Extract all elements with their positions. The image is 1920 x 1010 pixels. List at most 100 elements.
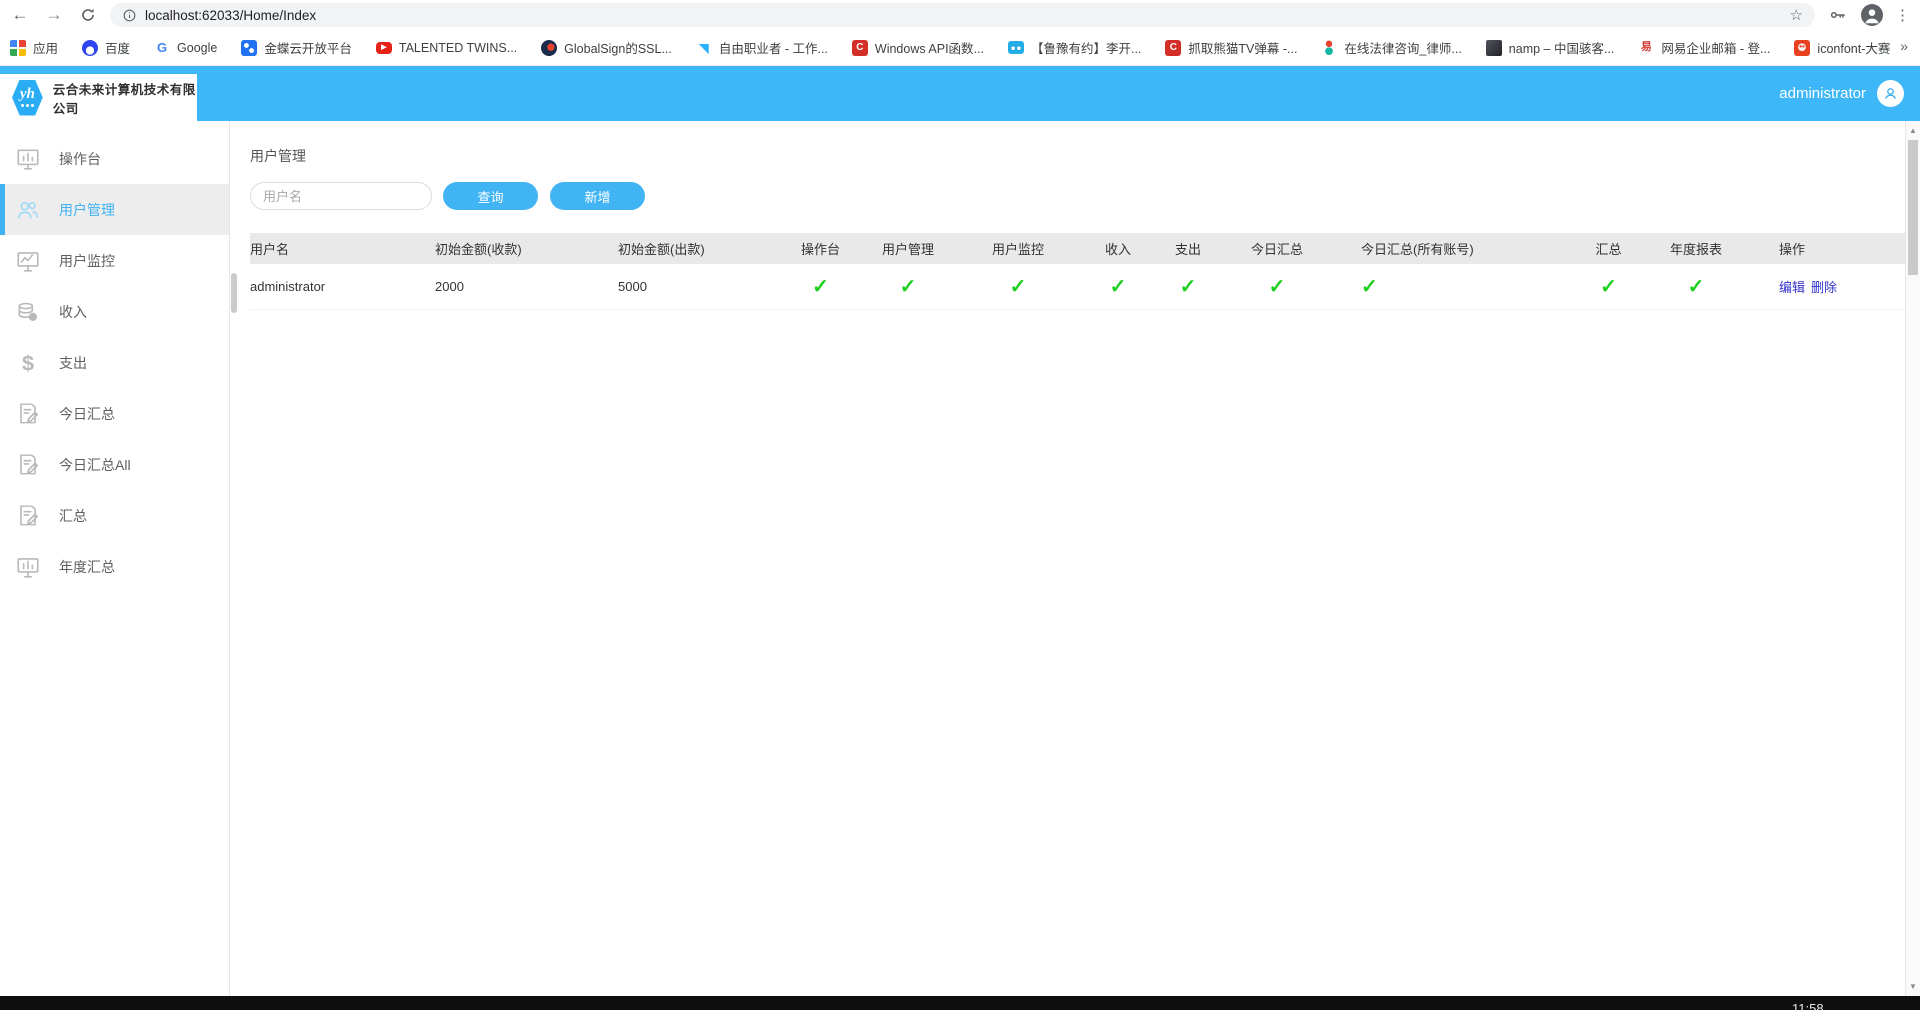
law-icon [1321, 40, 1337, 56]
refresh-icon[interactable] [74, 2, 102, 28]
company-logo[interactable]: yh 云合未来计算机技术有限公司 [0, 74, 197, 121]
doc-edit-icon [15, 503, 41, 529]
scrollbar-thumb[interactable] [1908, 140, 1918, 275]
logo-hexagon-icon: yh [12, 80, 43, 116]
cell-check: ✓ [778, 274, 863, 299]
column-header: 汇总 [1561, 239, 1656, 258]
cell-check: ✓ [863, 274, 953, 299]
bookmark-item[interactable]: 易网易企业邮箱 - 登... [1638, 38, 1770, 57]
back-icon[interactable]: ← [6, 2, 34, 28]
user-menu[interactable]: administrator [1779, 66, 1904, 121]
column-header: 今日汇总 [1223, 239, 1331, 258]
check-icon: ✓ [1600, 276, 1617, 298]
query-button[interactable]: 查询 [443, 182, 538, 210]
bookmark-label: namp – 中国骇客... [1509, 38, 1615, 57]
check-icon: ✓ [812, 276, 829, 298]
bookmark-item[interactable]: 在线法律咨询_律师... [1321, 38, 1461, 57]
edit-link[interactable]: 编辑 [1779, 280, 1805, 295]
table-row: administrator20005000✓✓✓✓✓✓✓✓✓编辑删除 [250, 264, 1905, 310]
check-icon: ✓ [1180, 276, 1197, 298]
sidebar-item-支出[interactable]: $ 支出 [0, 337, 229, 388]
bookmarks-list: 应用 百度 G Google 金蝶云开放平台 ▶TALENTED TWINS... Glob… [10, 38, 1890, 57]
apps-grid-icon [10, 40, 26, 56]
bookmark-item[interactable]: C抓取熊猫TV弹幕 -... [1165, 38, 1297, 57]
address-bar[interactable]: localhost:62033/Home/Index ☆ [110, 3, 1815, 27]
bookmark-label: 网易企业邮箱 - 登... [1661, 38, 1770, 57]
column-header: 用户名 [250, 239, 435, 258]
username-search-input[interactable] [250, 182, 432, 210]
sidebar-scrollbar-thumb[interactable] [231, 273, 237, 313]
sidebar-item-今日汇总[interactable]: 今日汇总 [0, 388, 229, 439]
console-icon [15, 146, 41, 172]
column-header: 用户管理 [863, 239, 953, 258]
bookmark-label: Google [177, 41, 217, 55]
password-key-icon[interactable] [1827, 4, 1849, 26]
bookmark-item[interactable]: ◥自由职业者 - 工作... [696, 38, 828, 57]
cell-check: ✓ [1083, 274, 1153, 299]
namp-avatar-icon [1486, 40, 1502, 56]
bookmark-item[interactable]: 金蝶云开放平台 [241, 38, 352, 57]
column-header: 操作台 [778, 239, 863, 258]
bookmark-label: 应用 [33, 38, 58, 57]
cell-text: administrator [250, 279, 435, 294]
sidebar-item-今日汇总All[interactable]: 今日汇总All [0, 439, 229, 490]
dollar-icon: $ [15, 350, 41, 376]
bookmark-item[interactable]: ▶TALENTED TWINS... [376, 41, 517, 55]
bookmark-item[interactable]: GlobalSign的SSL... [541, 38, 672, 57]
bookmark-star-icon[interactable]: ☆ [1790, 6, 1803, 24]
url-text[interactable]: localhost:62033/Home/Index [145, 8, 316, 23]
bookmark-item[interactable]: namp – 中国骇客... [1486, 38, 1615, 57]
sidebar-item-操作台[interactable]: 操作台 [0, 133, 229, 184]
cell-check: ✓ [953, 274, 1083, 299]
cell-actions: 编辑删除 [1736, 277, 1905, 296]
bookmark-label: 【鲁豫有约】李开... [1031, 38, 1141, 57]
column-header: 初始金额(收款) [435, 239, 618, 258]
scroll-up-icon[interactable]: ▲ [1906, 126, 1920, 135]
main-content: 用户管理 查询 新增 用户名初始金额(收款)初始金额(出款)操作台用户管理用户监… [231, 121, 1905, 996]
bookmark-label: TALENTED TWINS... [399, 41, 517, 55]
page-info-icon[interactable] [122, 8, 137, 23]
bookmark-label: 自由职业者 - 工作... [719, 38, 828, 57]
page-scrollbar[interactable]: ▲ ▼ [1905, 121, 1920, 996]
table-header-row: 用户名初始金额(收款)初始金额(出款)操作台用户管理用户监控收入支出今日汇总今日… [250, 233, 1905, 264]
bookmark-item[interactable]: iconfont-大赛 [1794, 38, 1890, 57]
bookmark-item[interactable]: 【鲁豫有约】李开... [1008, 38, 1141, 57]
sidebar-item-label: 用户监控 [59, 251, 115, 271]
sidebar-item-汇总[interactable]: 汇总 [0, 490, 229, 541]
bookmark-item[interactable]: G Google [154, 40, 217, 56]
browser-menu-icon[interactable]: ⋮ [1895, 6, 1910, 24]
delete-link[interactable]: 删除 [1811, 280, 1837, 295]
sidebar-item-label: 用户管理 [59, 200, 115, 220]
sidebar-item-用户管理[interactable]: 用户管理 [0, 184, 229, 235]
sidebar-item-收入[interactable]: 收入 [0, 286, 229, 337]
csdn-icon: C [852, 40, 868, 56]
google-icon: G [154, 40, 170, 56]
bookmark-item[interactable]: CWindows API函数... [852, 38, 984, 57]
sidebar-item-年度汇总[interactable]: 年度汇总 [0, 541, 229, 592]
add-button[interactable]: 新增 [550, 182, 645, 210]
sidebar-item-label: 支出 [59, 353, 87, 373]
bookmark-label: 在线法律咨询_律师... [1344, 38, 1461, 57]
sidebar-item-用户监控[interactable]: 用户监控 [0, 235, 229, 286]
bookmark-item[interactable]: 百度 [82, 38, 130, 57]
bookmark-item[interactable]: 应用 [10, 38, 58, 57]
svg-text:$: $ [22, 350, 34, 375]
cell-check: ✓ [1223, 274, 1331, 299]
forward-icon[interactable]: → [40, 2, 68, 28]
logo-text: yh [20, 88, 35, 102]
user-avatar-icon[interactable] [1877, 80, 1904, 107]
page-title: 用户管理 [250, 146, 1905, 166]
scroll-down-icon[interactable]: ▼ [1906, 982, 1920, 991]
baidu-icon [82, 40, 98, 56]
sidebar-item-label: 操作台 [59, 149, 101, 169]
column-header: 初始金额(出款) [618, 239, 778, 258]
doc-edit-icon [15, 452, 41, 478]
kingdee-icon [241, 40, 257, 56]
browser-profile-icon[interactable] [1861, 4, 1883, 26]
doc-edit-icon [15, 401, 41, 427]
sidebar-item-label: 今日汇总 [59, 404, 115, 424]
bookmark-label: 金蝶云开放平台 [264, 38, 352, 57]
bookmarks-overflow-icon[interactable]: » [1900, 38, 1908, 54]
sidebar-nav: 操作台用户管理用户监控收入 $ 支出今日汇总今日汇总All汇总年度汇总 [0, 121, 230, 996]
bookmark-label: 抓取熊猫TV弹幕 -... [1188, 38, 1297, 57]
